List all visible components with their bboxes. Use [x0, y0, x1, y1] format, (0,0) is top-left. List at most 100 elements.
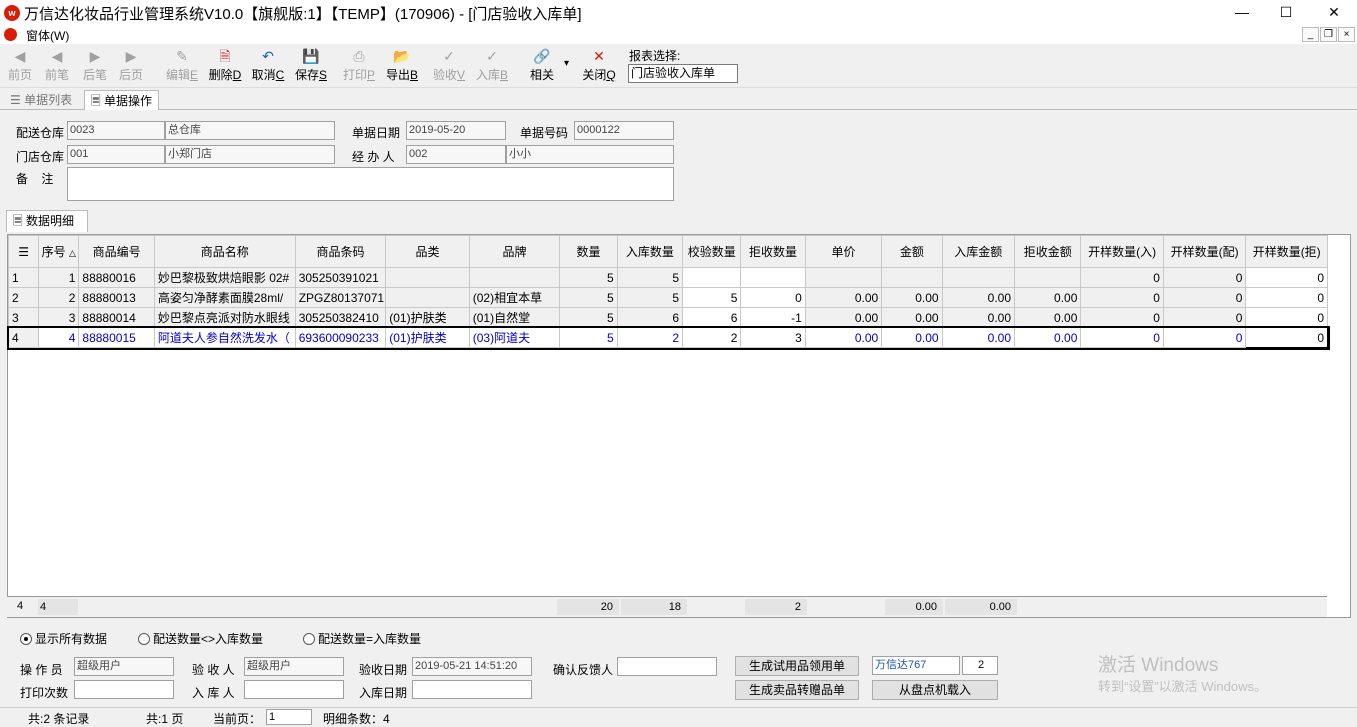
doc-date-field[interactable]: 2019-05-20: [406, 121, 506, 140]
handler-code-field[interactable]: 002: [406, 145, 506, 164]
store-warehouse-name-field[interactable]: 小郑门店: [165, 145, 335, 164]
table-row[interactable]: 3 3 88880014 妙巴黎点亮派对防水眼线 305250382410 (0…: [7, 307, 1328, 328]
accept-icon: ✓: [443, 48, 455, 64]
feedback-field[interactable]: [617, 657, 717, 676]
col-header-sample-dist[interactable]: 开样数量(配): [1162, 235, 1247, 268]
table-row[interactable]: 2 2 88880013 高姿匀净酵素面膜28ml/ ZPGZ80137071 …: [7, 287, 1328, 308]
report-select-input[interactable]: 门店验收入库单: [628, 64, 738, 83]
instock-icon: ✓: [486, 48, 498, 64]
row-indicator-header[interactable]: ☰: [7, 235, 40, 268]
save-icon: 💾: [302, 48, 320, 64]
tab-detail[interactable]: 🗏 数据明细: [6, 210, 88, 232]
related-button[interactable]: 🔗 相关: [526, 46, 558, 86]
save-button[interactable]: 💾 保存S: [293, 46, 329, 86]
col-header-check-qty[interactable]: 校验数量: [682, 235, 742, 268]
remark-label: 备 注: [16, 172, 54, 186]
window-title: 万信达化妆品行业管理系统V10.0【旗舰版:1】【TEMP】(170906) -…: [24, 6, 582, 23]
title-bar: w 万信达化妆品行业管理系统V10.0【旗舰版:1】【TEMP】(170906)…: [0, 0, 1357, 26]
related-dropdown-arrow-icon[interactable]: ▾: [564, 58, 569, 69]
col-header-sample-reject[interactable]: 开样数量(拒): [1245, 235, 1328, 268]
delete-button[interactable]: 🗎 删除D: [207, 46, 243, 86]
col-header-qty[interactable]: 数量: [559, 235, 618, 268]
col-header-barcode[interactable]: 商品条码: [294, 235, 387, 268]
col-header-sample-in[interactable]: 开样数量(入): [1080, 235, 1164, 268]
mdi-restore-button[interactable]: ❐: [1320, 27, 1337, 42]
footer-qty-sum: 20: [557, 599, 619, 615]
prev-page-button[interactable]: ◀ 前页: [4, 46, 36, 86]
row-index: 3: [7, 307, 40, 328]
activation-watermark-title: 激活 Windows: [1098, 655, 1219, 676]
mdi-close-button[interactable]: ×: [1338, 27, 1355, 42]
maximize-button[interactable]: ☐: [1263, 0, 1309, 26]
col-header-in-qty[interactable]: 入库数量: [616, 235, 684, 268]
col-header-seq[interactable]: 序号 △: [38, 235, 80, 268]
mdi-minimize-button[interactable]: _: [1302, 27, 1319, 42]
acceptor-field[interactable]: 超级用户: [244, 657, 344, 676]
current-page-input[interactable]: 1: [266, 709, 312, 725]
operator-field[interactable]: 超级用户: [74, 657, 174, 676]
radio-unchecked-icon: [138, 633, 150, 645]
col-header-brand[interactable]: 品牌: [468, 235, 561, 268]
accept-button[interactable]: ✓ 验收V: [431, 46, 467, 86]
detail-grid[interactable]: ☰ 序号 △ 商品编号 商品名称 商品条码 品类 品牌 数量 入库数量 校验数量…: [6, 234, 1351, 618]
ship-warehouse-label: 配送仓库: [16, 126, 65, 140]
gen-trial-button[interactable]: 生成试用品领用单: [735, 656, 859, 676]
tab-doc-ops[interactable]: 🗏 单据操作: [84, 90, 159, 110]
prev-record-button[interactable]: ◀ 前笔: [41, 46, 73, 86]
footer-reject-qty-sum: 2: [745, 599, 807, 615]
col-header-reject-amount[interactable]: 拒收金额: [1013, 235, 1082, 268]
close-window-button[interactable]: ✕: [1311, 0, 1357, 26]
footer-row-count: 4: [17, 600, 24, 612]
col-header-in-amount[interactable]: 入库金额: [941, 235, 1016, 268]
storer-field[interactable]: [244, 680, 344, 699]
delete-icon: 🗎: [219, 48, 231, 64]
col-header-amount[interactable]: 金额: [881, 235, 943, 268]
store-warehouse-label: 门店仓库: [16, 150, 65, 164]
ship-warehouse-code-field[interactable]: 0023: [67, 121, 165, 140]
filter-eq-radio[interactable]: 配送数量=入库数量: [303, 630, 421, 647]
print-button[interactable]: ⎙ 打印P: [341, 46, 377, 86]
close-button[interactable]: ✕ 关闭Q: [581, 46, 617, 86]
edit-button[interactable]: ✎ 编辑E: [164, 46, 200, 86]
print-count-field[interactable]: [74, 680, 174, 699]
document-icon: 🗏: [91, 94, 104, 108]
operator-label: 操 作 员: [20, 663, 63, 677]
next-page-button[interactable]: ▶ 后页: [115, 46, 147, 86]
instock-button[interactable]: ✓ 入库B: [474, 46, 510, 86]
edit-icon: ✎: [176, 48, 188, 64]
remark-field[interactable]: [67, 167, 674, 201]
filter-all-radio[interactable]: 显示所有数据: [20, 630, 107, 647]
col-header-name[interactable]: 商品名称: [153, 235, 296, 268]
col-header-price[interactable]: 单价: [804, 235, 883, 268]
import-from-scanner-button[interactable]: 从盘点机载入: [872, 680, 998, 700]
store-date-field[interactable]: [412, 680, 532, 699]
col-header-reject-qty[interactable]: 拒收数量: [740, 235, 806, 268]
link-name-field[interactable]: 万信达767: [872, 656, 960, 675]
handler-name-field[interactable]: 小小: [506, 145, 674, 164]
footer-seq-count: 4: [38, 599, 78, 615]
menu-window[interactable]: 窗体(W): [26, 27, 69, 44]
gen-gift-button[interactable]: 生成卖品转赠品单: [735, 680, 859, 700]
col-header-code[interactable]: 商品编号: [78, 235, 155, 268]
filter-neq-radio[interactable]: 配送数量<>入库数量: [138, 630, 263, 647]
doc-number-field[interactable]: 0000122: [574, 121, 674, 140]
minimize-button[interactable]: —: [1219, 0, 1265, 26]
status-records: 共:2 条记录: [28, 712, 90, 726]
table-row[interactable]: 1 1 88880016 妙巴黎极致烘焙眼影 02# 305250391021 …: [7, 267, 1328, 288]
export-button[interactable]: 📂 导出B: [384, 46, 420, 86]
link-num-field[interactable]: 2: [962, 656, 998, 675]
row-index: 4: [7, 327, 40, 348]
next-record-button[interactable]: ▶ 后笔: [79, 46, 111, 86]
next-page-icon: ▶: [125, 48, 137, 64]
menu-bar: 窗体(W) _ ❐ ×: [0, 26, 1357, 44]
accept-date-label: 验收日期: [359, 663, 408, 677]
prev-record-icon: ◀: [51, 48, 63, 64]
cancel-button[interactable]: ↶ 取消C: [250, 46, 286, 86]
footer-amount-sum: 0.00: [885, 599, 943, 615]
accept-date-field[interactable]: 2019-05-21 14:51:20: [412, 657, 532, 676]
table-row-selected[interactable]: 4 4 88880015 阿道夫人参自然洗发水（ 693600090233 (0…: [6, 325, 1330, 350]
store-warehouse-code-field[interactable]: 001: [67, 145, 165, 164]
tab-doc-list[interactable]: ☰ 单据列表: [4, 90, 78, 110]
col-header-category[interactable]: 品类: [385, 235, 470, 268]
ship-warehouse-name-field[interactable]: 总仓库: [165, 121, 335, 140]
